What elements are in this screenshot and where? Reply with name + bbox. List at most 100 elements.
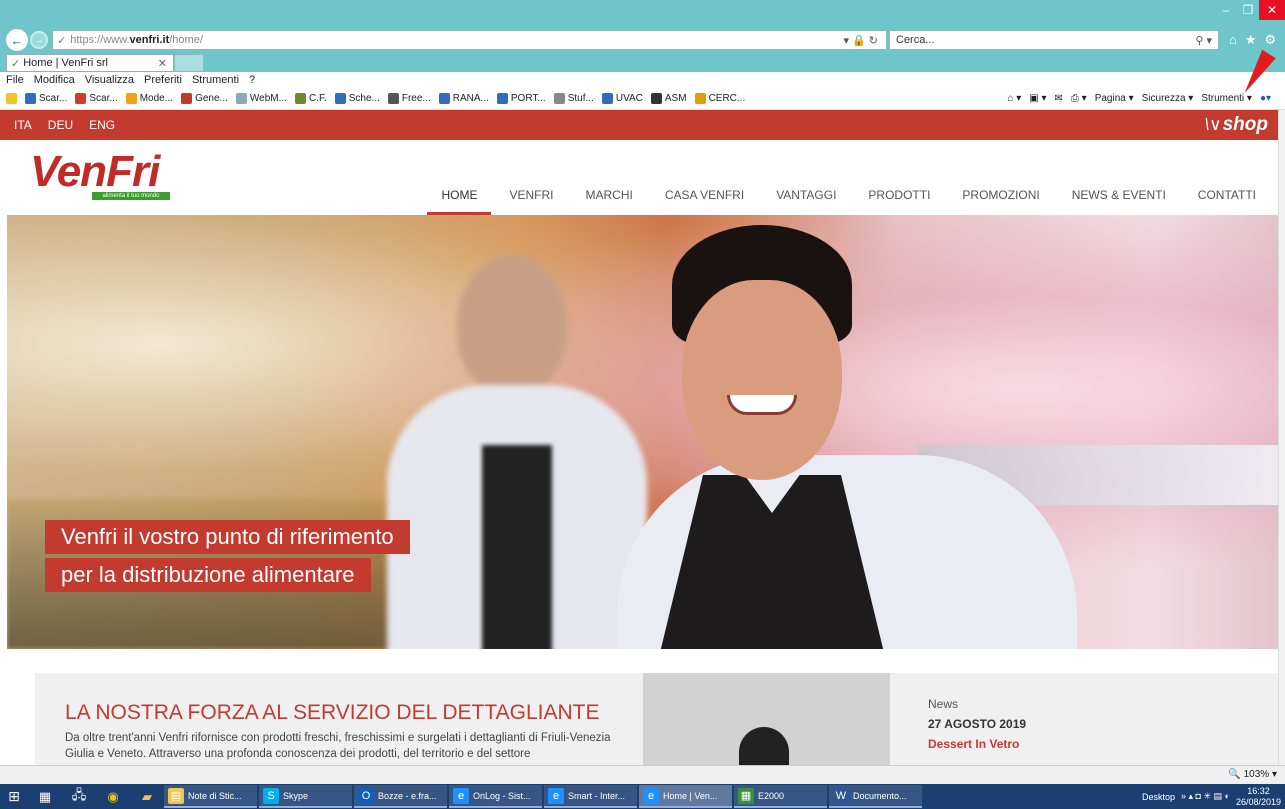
taskbar-app[interactable]: ▦ E2000 xyxy=(734,785,827,808)
tab-close-icon[interactable]: ✕ xyxy=(158,57,167,70)
minimize-icon[interactable]: – xyxy=(1215,0,1237,20)
home-dropdown-icon[interactable]: ⌂ ▾ xyxy=(1007,93,1021,104)
chrome-icon[interactable]: ◉ xyxy=(96,784,130,809)
favorites-star-icon[interactable]: ★ xyxy=(1245,32,1257,48)
favorite-item[interactable]: Stuf... xyxy=(553,93,594,104)
tool-pagina[interactable]: Pagina ▾ xyxy=(1095,93,1134,104)
shop-link[interactable]: \∨ shop xyxy=(1204,114,1268,136)
menu-strumenti[interactable]: Strumenti xyxy=(192,74,239,86)
favorite-label: Free... xyxy=(401,93,431,104)
favorites-add-icon[interactable] xyxy=(6,93,17,104)
nav-casa-venfri[interactable]: CASA VENFRI xyxy=(665,188,744,208)
nav-prodotti[interactable]: PRODOTTI xyxy=(868,188,930,208)
tab-row: ✓ Home | VenFri srl ✕ xyxy=(0,54,1285,72)
taskbar-app[interactable]: S Skype xyxy=(259,785,352,808)
note-icon: ▤ xyxy=(168,787,184,804)
home-icon[interactable]: ⌂ xyxy=(1229,32,1237,48)
window-controls: – ❐ ✕ xyxy=(1215,0,1285,22)
taskbar-app[interactable]: O Bozze - e.fra... xyxy=(354,785,447,808)
hero-caption: Venfri il vostro punto di riferimento pe… xyxy=(45,520,410,596)
taskbar-app-label: OnLog - Sist... xyxy=(473,790,531,801)
print-icon[interactable]: ⎙ ▾ xyxy=(1071,93,1087,104)
restore-icon[interactable]: ❐ xyxy=(1237,0,1259,20)
network-icon[interactable]: 🖧 xyxy=(62,784,96,809)
menu-modifica[interactable]: Modifica xyxy=(34,74,75,86)
explorer-folder-icon[interactable]: ▰ xyxy=(130,784,164,809)
help-icon[interactable]: ●▾ xyxy=(1260,93,1271,104)
navigation-row: ← → ✓ https://www. venfri.it/home/ ▾ 🔒 ↻ … xyxy=(0,28,1285,52)
menu-help[interactable]: ? xyxy=(249,74,255,86)
vertical-scrollbar[interactable] xyxy=(1278,110,1285,765)
favorite-item[interactable]: Scar... xyxy=(75,93,118,104)
favorite-label: C.F. xyxy=(308,93,327,104)
nav-promozioni[interactable]: PROMOZIONI xyxy=(962,188,1039,208)
hero-banner: Venfri il vostro punto di riferimento pe… xyxy=(7,215,1278,649)
clock-date: 26/08/2019 xyxy=(1235,796,1281,807)
favorite-icon xyxy=(496,93,508,104)
address-bar[interactable]: ✓ https://www. venfri.it/home/ ▾ 🔒 ↻ xyxy=(52,30,887,50)
url-prefix: https://www. xyxy=(70,34,130,46)
site-header: VenFri alimenta il tuo mondo HOME VENFRI… xyxy=(0,140,1278,215)
lang-eng[interactable]: ENG xyxy=(89,118,115,132)
favorite-icon xyxy=(235,93,247,104)
favorite-item[interactable]: CERC... xyxy=(694,93,745,104)
tool-sicurezza[interactable]: Sicurezza ▾ xyxy=(1142,93,1194,104)
taskbar-app[interactable]: W Documento... xyxy=(829,785,922,808)
close-icon[interactable]: ✕ xyxy=(1259,0,1285,20)
logo-text: VenFri xyxy=(30,147,160,196)
back-button[interactable]: ← xyxy=(6,29,28,51)
menu-file[interactable]: File xyxy=(6,74,24,86)
venfri-logo[interactable]: VenFri alimenta il tuo mondo xyxy=(30,150,170,200)
nav-venfri[interactable]: VENFRI xyxy=(509,188,553,208)
calculator-icon[interactable]: ▦ xyxy=(28,784,62,809)
menu-preferiti[interactable]: Preferiti xyxy=(144,74,182,86)
news-title[interactable]: Dessert In Vetro xyxy=(928,737,1026,751)
clock[interactable]: 16:32 26/08/2019 xyxy=(1236,786,1281,808)
taskbar-app[interactable]: ▤ Note di Stic... xyxy=(164,785,257,808)
desktop-toolbar-label[interactable]: Desktop xyxy=(1142,792,1175,802)
nav-marchi[interactable]: MARCHI xyxy=(585,188,632,208)
feeds-icon[interactable]: ▣ ▾ xyxy=(1029,93,1046,104)
taskbar-app[interactable]: e Smart - Inter... xyxy=(544,785,637,808)
favorite-item[interactable]: Mode... xyxy=(125,93,173,104)
tool-strumenti[interactable]: Strumenti ▾ xyxy=(1201,93,1252,104)
zoom-level[interactable]: 🔍 103% ▾ xyxy=(1228,769,1277,780)
nav-news-eventi[interactable]: NEWS & EVENTI xyxy=(1072,188,1166,208)
taskbar-app-label: E2000 xyxy=(758,790,785,801)
favorite-item[interactable]: RANA... xyxy=(438,93,489,104)
lang-deu[interactable]: DEU xyxy=(48,118,73,132)
favorite-item[interactable]: PORT... xyxy=(496,93,546,104)
tab-active[interactable]: ✓ Home | VenFri srl ✕ xyxy=(6,54,174,72)
site-favicon-icon: ✓ xyxy=(57,34,67,47)
settings-gear-icon[interactable]: ⚙ xyxy=(1265,32,1277,48)
lock-refresh-icon[interactable]: ▾ 🔒 ↻ xyxy=(843,34,878,47)
word-icon: W xyxy=(833,787,849,804)
favorite-item[interactable]: ASM xyxy=(650,93,687,104)
lang-ita[interactable]: ITA xyxy=(14,118,32,132)
clock-time: 16:32 xyxy=(1247,785,1270,796)
favorite-item[interactable]: Free... xyxy=(387,93,431,104)
menu-visualizza[interactable]: Visualizza xyxy=(85,74,134,86)
nav-contatti[interactable]: CONTATTI xyxy=(1198,188,1256,208)
start-windows-icon[interactable]: ⊞ xyxy=(0,784,28,809)
favorite-item[interactable]: UVAC xyxy=(601,93,643,104)
search-icon[interactable]: ⚲ ▾ xyxy=(1195,34,1212,47)
favorite-item[interactable]: C.F. xyxy=(294,93,327,104)
new-tab-button[interactable] xyxy=(174,54,204,72)
mail-icon[interactable]: ✉ xyxy=(1054,93,1062,104)
favorite-label: WebM... xyxy=(249,93,287,104)
favorite-item[interactable]: WebM... xyxy=(235,93,287,104)
favorite-icon xyxy=(334,93,346,104)
taskbar-app[interactable]: e Home | Ven... xyxy=(639,785,732,808)
person-silhouette-icon xyxy=(739,727,789,765)
nav-vantaggi[interactable]: VANTAGGI xyxy=(776,188,836,208)
forward-button[interactable]: → xyxy=(30,31,48,49)
hero-smiling-person xyxy=(617,225,1077,649)
nav-home[interactable]: HOME xyxy=(427,188,492,215)
favorite-item[interactable]: Scar... xyxy=(25,93,67,104)
tray-icons[interactable]: » ▴ ◘ ✳ ▤ ◐ xyxy=(1181,791,1230,802)
favorite-item[interactable]: Gene... xyxy=(181,93,228,104)
search-box[interactable]: Cerca... ⚲ ▾ xyxy=(889,30,1219,50)
favorite-item[interactable]: Sche... xyxy=(334,93,380,104)
taskbar-app[interactable]: e OnLog - Sist... xyxy=(449,785,542,808)
